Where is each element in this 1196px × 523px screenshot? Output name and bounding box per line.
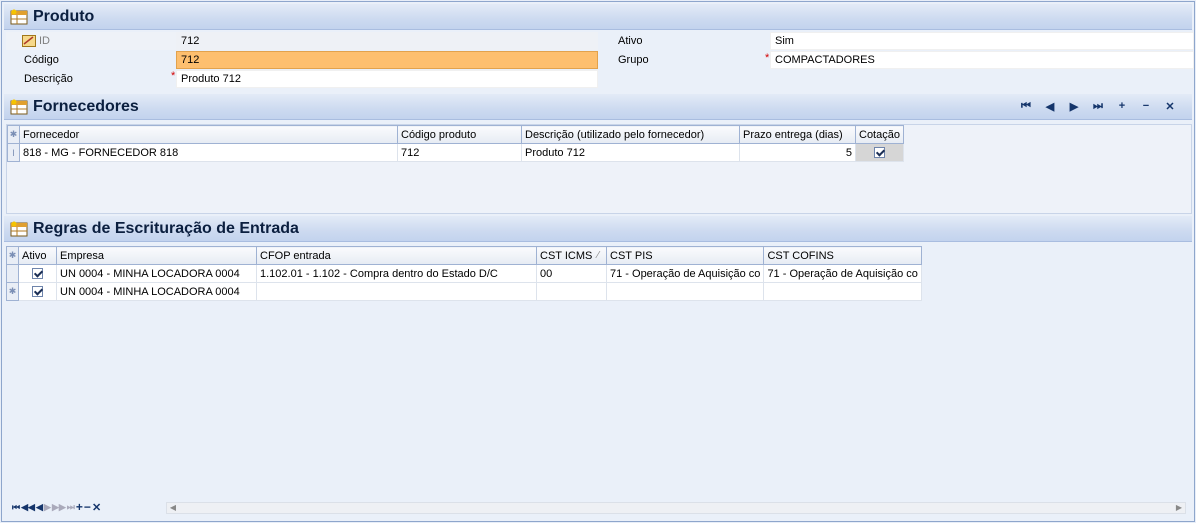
table-icon xyxy=(10,9,28,25)
table-row[interactable]: UN 0004 - MINHA LOCADORA 0004 1.102.01 -… xyxy=(6,264,922,283)
column-header[interactable]: Prazo entrega (dias) xyxy=(739,125,856,144)
descricao-field[interactable]: Produto 712 xyxy=(176,70,598,88)
fornecedores-section-header: Fornecedores ⏮ ◀ ▶ ⏭ + − ✕ xyxy=(4,94,1192,120)
fornecedores-table: ✱ Fornecedor Código produto Descrição (u… xyxy=(7,125,904,162)
column-header[interactable]: ⁄ CST ICMS xyxy=(536,246,607,265)
column-header[interactable]: Cotação xyxy=(855,125,904,144)
table-row[interactable]: I 818 - MG - FORNECEDOR 818 712 Produto … xyxy=(7,143,904,162)
cotacao-cell[interactable] xyxy=(855,143,904,162)
pis-cell[interactable] xyxy=(605,282,765,301)
cofins-cell[interactable] xyxy=(763,282,922,301)
codigo-label: Código xyxy=(24,54,59,66)
scroll-left-icon[interactable]: ◀ xyxy=(167,503,179,513)
cancel-icon[interactable]: ✕ xyxy=(92,501,101,514)
column-header[interactable]: CFOP entrada xyxy=(256,246,537,265)
next-record-icon[interactable]: ▶ xyxy=(44,502,51,513)
codigo-cell[interactable]: 712 xyxy=(397,143,522,162)
grupo-label: Grupo xyxy=(618,54,649,66)
prev-record-icon[interactable]: ◀ xyxy=(36,502,43,513)
cotacao-checkbox[interactable] xyxy=(873,147,885,159)
regras-table: ✱ Ativo Empresa CFOP entrada ⁄ CST ICMS C… xyxy=(6,246,922,301)
ativo-field[interactable]: Sim xyxy=(770,32,1194,50)
regras-grid: ✱ Ativo Empresa CFOP entrada ⁄ CST ICMS C… xyxy=(6,246,1192,520)
fornecedores-title: Fornecedores xyxy=(33,97,139,115)
next-page-icon[interactable]: ▶▶ xyxy=(52,502,66,513)
table-icon xyxy=(10,221,28,237)
ativo-checkbox[interactable] xyxy=(32,286,43,298)
required-mark: * xyxy=(765,52,770,64)
row-indicator: ✱ xyxy=(6,282,19,301)
ativo-label: Ativo xyxy=(618,35,643,47)
icms-cell[interactable]: 00 xyxy=(536,264,607,283)
column-header[interactable]: Ativo xyxy=(18,246,57,265)
remove-record-icon[interactable]: − xyxy=(84,500,91,514)
descricao-cell[interactable]: Produto 712 xyxy=(521,143,740,162)
id-icon xyxy=(22,35,36,47)
codigo-field[interactable]: 712 xyxy=(176,51,598,69)
fornecedor-cell[interactable]: 818 - MG - FORNECEDOR 818 xyxy=(19,143,398,162)
regras-navigator: ⏮ ◀◀ ◀ ▶ ▶▶ ⏭ + − ✕ xyxy=(12,500,101,514)
column-header[interactable]: Descrição (utilizado pelo fornecedor) xyxy=(521,125,740,144)
table-row[interactable]: ✱ UN 0004 - MINHA LOCADORA 0004 xyxy=(6,282,922,301)
regras-title: Regras de Escrituração de Entrada xyxy=(33,219,299,237)
column-header[interactable]: Empresa xyxy=(56,246,257,265)
empresa-cell[interactable]: UN 0004 - MINHA LOCADORA 0004 xyxy=(56,282,257,301)
add-record-icon[interactable]: + xyxy=(1114,99,1130,113)
cfop-cell[interactable] xyxy=(256,282,537,301)
ativo-cell[interactable] xyxy=(18,282,57,301)
row-indicator-header: ✱ xyxy=(6,246,19,265)
next-record-icon[interactable]: ▶ xyxy=(1066,99,1082,113)
cofins-cell[interactable]: 71 - Operação de Aquisição co xyxy=(763,264,922,283)
pis-cell[interactable]: 71 - Operação de Aquisição co xyxy=(605,264,765,283)
icms-cell[interactable] xyxy=(536,282,607,301)
produto-title: Produto xyxy=(33,7,95,25)
regras-section-header: Regras de Escrituração de Entrada xyxy=(4,216,1192,242)
cfop-cell[interactable]: 1.102.01 - 1.102 - Compra dentro do Esta… xyxy=(256,264,537,283)
row-indicator xyxy=(6,264,19,283)
table-icon xyxy=(10,99,28,115)
ativo-checkbox[interactable] xyxy=(32,268,43,280)
sort-indicator-icon: ⁄ xyxy=(597,249,599,261)
fornecedores-grid: ✱ Fornecedor Código produto Descrição (u… xyxy=(6,124,1192,214)
first-record-icon[interactable]: ⏮ xyxy=(1018,99,1034,113)
prazo-cell[interactable]: 5 xyxy=(739,143,856,162)
descricao-label: Descrição xyxy=(24,73,73,85)
id-field: 712 xyxy=(176,32,598,50)
cancel-icon[interactable]: ✕ xyxy=(1162,99,1178,113)
row-indicator: I xyxy=(7,143,20,162)
column-header-label: CST ICMS xyxy=(540,249,593,262)
row-indicator-header: ✱ xyxy=(7,125,20,144)
horizontal-scrollbar[interactable]: ◀ ▶ xyxy=(166,502,1186,514)
add-record-icon[interactable]: + xyxy=(76,500,83,514)
grupo-field[interactable]: COMPACTADORES xyxy=(770,51,1194,69)
id-label: ID xyxy=(39,35,50,47)
empresa-cell[interactable]: UN 0004 - MINHA LOCADORA 0004 xyxy=(56,264,257,283)
column-header[interactable]: Código produto xyxy=(397,125,522,144)
required-mark: * xyxy=(171,70,176,82)
last-record-icon[interactable]: ⏭ xyxy=(1090,99,1106,113)
remove-record-icon[interactable]: − xyxy=(1138,99,1154,113)
column-header[interactable]: CST PIS xyxy=(605,246,765,265)
prev-page-icon[interactable]: ◀◀ xyxy=(21,502,35,513)
produto-form: ID 712 Código 712 Descrição * Produto 71… xyxy=(6,32,1194,92)
column-header[interactable]: CST COFINS xyxy=(763,246,922,265)
column-header[interactable]: Fornecedor xyxy=(19,125,398,144)
produto-section-header: Produto xyxy=(4,4,1192,30)
main-window: Produto ID 712 Código 712 Descrição * Pr… xyxy=(1,1,1195,522)
ativo-cell[interactable] xyxy=(18,264,57,283)
fornecedores-navigator: ⏮ ◀ ▶ ⏭ + − ✕ xyxy=(1018,99,1178,113)
prev-record-icon[interactable]: ◀ xyxy=(1042,99,1058,113)
scroll-right-icon[interactable]: ▶ xyxy=(1173,503,1185,513)
first-record-icon[interactable]: ⏮ xyxy=(12,502,20,513)
last-record-icon[interactable]: ⏭ xyxy=(67,502,75,513)
